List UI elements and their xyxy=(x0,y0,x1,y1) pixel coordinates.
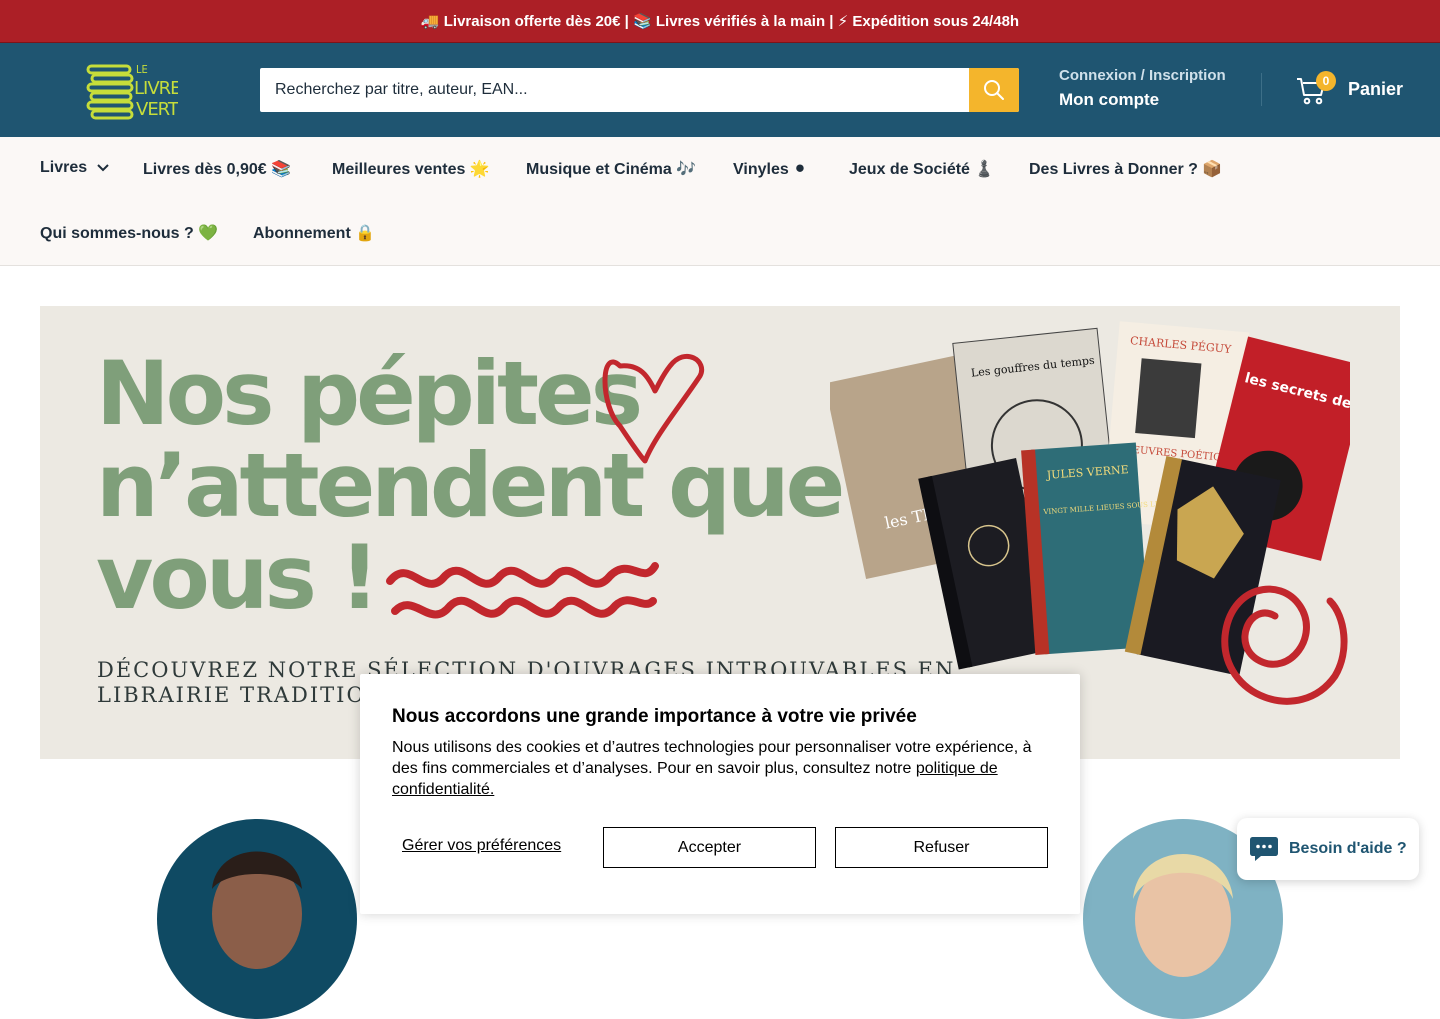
logo-books-icon: LE LIVRE VERT xyxy=(86,63,182,120)
cart-button[interactable]: 0 Panier xyxy=(1296,71,1406,111)
nav-item-livres-a-donner[interactable]: Des Livres à Donner ? 📦 xyxy=(1029,159,1222,179)
nav-item-musique-cinema[interactable]: Musique et Cinéma 🎶 xyxy=(526,159,696,179)
nav-item-qui-sommes-nous[interactable]: Qui sommes-nous ? 💚 xyxy=(40,223,218,243)
search-icon xyxy=(984,80,1004,100)
headline-line-2: n’attendent que xyxy=(96,434,845,537)
nav-item-jeux-societe[interactable]: Jeux de Société ♟️ xyxy=(849,159,994,179)
main-navigation: Livres Livres dès 0,90€ 📚 Meilleures ven… xyxy=(0,137,1440,266)
author-portrait-image xyxy=(212,851,302,969)
nav-item-label: Livres xyxy=(40,159,88,177)
search-bar xyxy=(260,68,1019,112)
nav-item-meilleures-ventes[interactable]: Meilleures ventes 🌟 xyxy=(332,159,490,179)
nav-item-abonnement[interactable]: Abonnement 🔒 xyxy=(253,223,375,243)
header-divider xyxy=(1261,73,1262,106)
my-account-link[interactable]: Mon compte xyxy=(1059,90,1226,110)
squiggle-doodle-icon xyxy=(386,562,659,619)
search-button[interactable] xyxy=(969,68,1019,112)
cookie-actions: Gérer vos préférences Accepter Refuser xyxy=(392,827,1048,868)
cookie-title: Nous accordons une grande importance à v… xyxy=(392,706,917,727)
svg-text:VERT: VERT xyxy=(136,99,178,120)
announcement-text: 🚚 Livraison offerte dès 20€ | 📚 Livres v… xyxy=(420,13,1020,30)
svg-text:LIVRE: LIVRE xyxy=(134,78,178,99)
author-avatar-left[interactable] xyxy=(157,819,357,1019)
cookie-text: Nous utilisons des cookies et d’autres t… xyxy=(392,737,1042,800)
account-menu[interactable]: Connexion / Inscription Mon compte xyxy=(1059,67,1226,110)
refuse-button[interactable]: Refuser xyxy=(835,827,1048,868)
nav-item-livres-090[interactable]: Livres dès 0,90€ 📚 xyxy=(143,159,291,179)
nav-item-livres[interactable]: Livres xyxy=(40,159,109,177)
cart-label: Panier xyxy=(1348,79,1404,99)
cookie-consent-dialog: Nous accordons une grande importance à v… xyxy=(360,674,1080,914)
chevron-down-icon xyxy=(97,159,109,177)
nav-item-vinyles[interactable]: Vinyles ⚫ xyxy=(733,159,807,179)
announcement-bar: 🚚 Livraison offerte dès 20€ | 📚 Livres v… xyxy=(0,0,1440,43)
search-input[interactable] xyxy=(260,68,969,112)
site-header: LE LIVRE VERT Connexion / Inscription Mo… xyxy=(0,43,1440,137)
chat-icon xyxy=(1250,837,1278,861)
accept-button[interactable]: Accepter xyxy=(603,827,816,868)
manage-preferences-button[interactable]: Gérer vos préférences xyxy=(402,837,561,855)
headline-line-1: Nos pépites xyxy=(96,342,643,445)
svg-text:LE: LE xyxy=(136,63,148,76)
heart-doodle-icon xyxy=(602,353,705,464)
chat-widget-button[interactable]: Besoin d'aide ? xyxy=(1237,818,1419,880)
chat-label: Besoin d'aide ? xyxy=(1289,840,1407,857)
login-register-link[interactable]: Connexion / Inscription xyxy=(1059,67,1226,84)
site-logo[interactable]: LE LIVRE VERT xyxy=(86,61,182,121)
cart-count-badge: 0 xyxy=(1316,71,1336,91)
